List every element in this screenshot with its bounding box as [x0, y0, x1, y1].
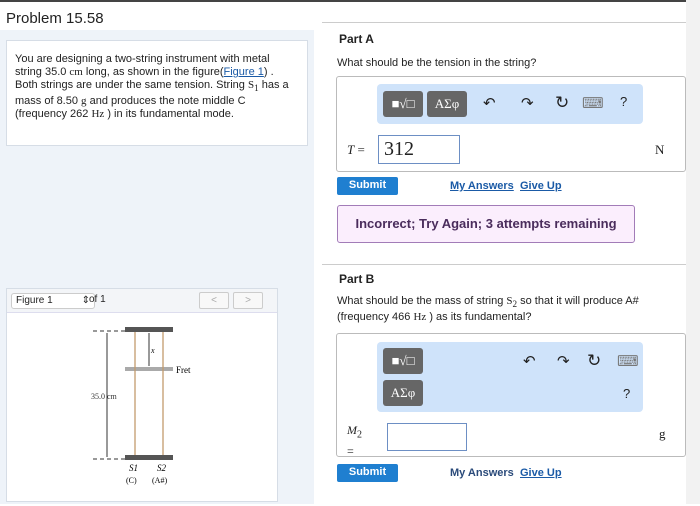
unit-label: N	[655, 142, 665, 157]
s2-label: S2	[157, 463, 167, 473]
variable-label: M2 =	[347, 423, 362, 459]
problem-title: Problem 15.58	[6, 10, 104, 27]
scrollbar[interactable]	[686, 0, 700, 504]
top-bridge	[125, 327, 173, 332]
part-b-question: What should be the mass of string S2 so …	[337, 295, 639, 324]
s1-label: S1	[129, 463, 138, 473]
part-a-answer-box: ■√□ ΑΣφ ↶ ↷ ↻ ⌨ ? T = 312 N	[336, 76, 686, 172]
divider	[322, 22, 686, 23]
part-b-label: Part B	[339, 272, 375, 286]
s1-note: (C)	[126, 476, 137, 485]
keyboard-icon[interactable]: ⌨	[582, 94, 604, 112]
math-toolbar: ■√□ ΑΣφ ↶ ↷ ↻ ⌨ ?	[377, 342, 643, 412]
help-icon[interactable]: ?	[623, 386, 630, 401]
part-b-answer-box: ■√□ ΑΣφ ↶ ↷ ↻ ⌨ ? M2 = g	[336, 333, 686, 459]
next-figure-button[interactable]: >	[233, 292, 263, 309]
undo-icon[interactable]: ↶	[483, 94, 496, 112]
divider	[322, 264, 686, 265]
figure-header: Figure 1 ⇕ of 1 < >	[7, 289, 277, 313]
give-up-link[interactable]: Give Up	[520, 467, 562, 479]
figure-selector[interactable]: Figure 1 ⇕	[11, 293, 95, 309]
tension-input[interactable]: 312	[378, 135, 460, 164]
undo-icon[interactable]: ↶	[523, 352, 536, 370]
keyboard-icon[interactable]: ⌨	[617, 352, 639, 370]
reset-icon[interactable]: ↻	[555, 93, 569, 113]
reset-icon[interactable]: ↻	[587, 351, 601, 371]
figure-count: of 1	[89, 294, 106, 305]
string-diagram: x Fret 35.0 cm S1 S2 (C) (A#)	[91, 327, 191, 485]
redo-icon[interactable]: ↷	[521, 94, 534, 112]
submit-button[interactable]: Submit	[337, 464, 398, 482]
greek-button[interactable]: ΑΣφ	[427, 91, 467, 117]
redo-icon[interactable]: ↷	[557, 352, 570, 370]
give-up-link[interactable]: Give Up	[520, 180, 562, 192]
s2-note: (A#)	[152, 476, 167, 485]
part-a-question: What should be the tension in the string…	[337, 57, 537, 69]
figure-link[interactable]: Figure 1	[224, 66, 264, 78]
top-border	[0, 0, 700, 2]
mass-input[interactable]	[387, 423, 467, 451]
figure-panel: Figure 1 ⇕ of 1 < > x Fret 35.0 cm S1 S2 …	[6, 288, 278, 502]
submit-button[interactable]: Submit	[337, 177, 398, 195]
templates-button[interactable]: ■√□	[383, 348, 423, 374]
fret	[125, 367, 173, 371]
variable-label: T =	[347, 142, 365, 157]
prev-figure-button[interactable]: <	[199, 292, 229, 309]
x-label: x	[150, 346, 155, 355]
bottom-bridge	[125, 455, 173, 460]
part-a-label: Part A	[339, 32, 374, 46]
unit-label: g	[659, 426, 666, 441]
greek-button[interactable]: ΑΣφ	[383, 380, 423, 406]
help-icon[interactable]: ?	[620, 94, 627, 109]
math-toolbar: ■√□ ΑΣφ ↶ ↷ ↻ ⌨ ?	[377, 84, 643, 124]
length-label: 35.0 cm	[91, 392, 118, 401]
my-answers-link[interactable]: My Answers	[450, 180, 514, 192]
feedback-message: Incorrect; Try Again; 3 attempts remaini…	[337, 205, 635, 243]
fret-label: Fret	[176, 365, 191, 375]
templates-button[interactable]: ■√□	[383, 91, 423, 117]
my-answers-link[interactable]: My Answers	[450, 467, 514, 479]
problem-statement: You are designing a two-string instrumen…	[6, 40, 308, 146]
